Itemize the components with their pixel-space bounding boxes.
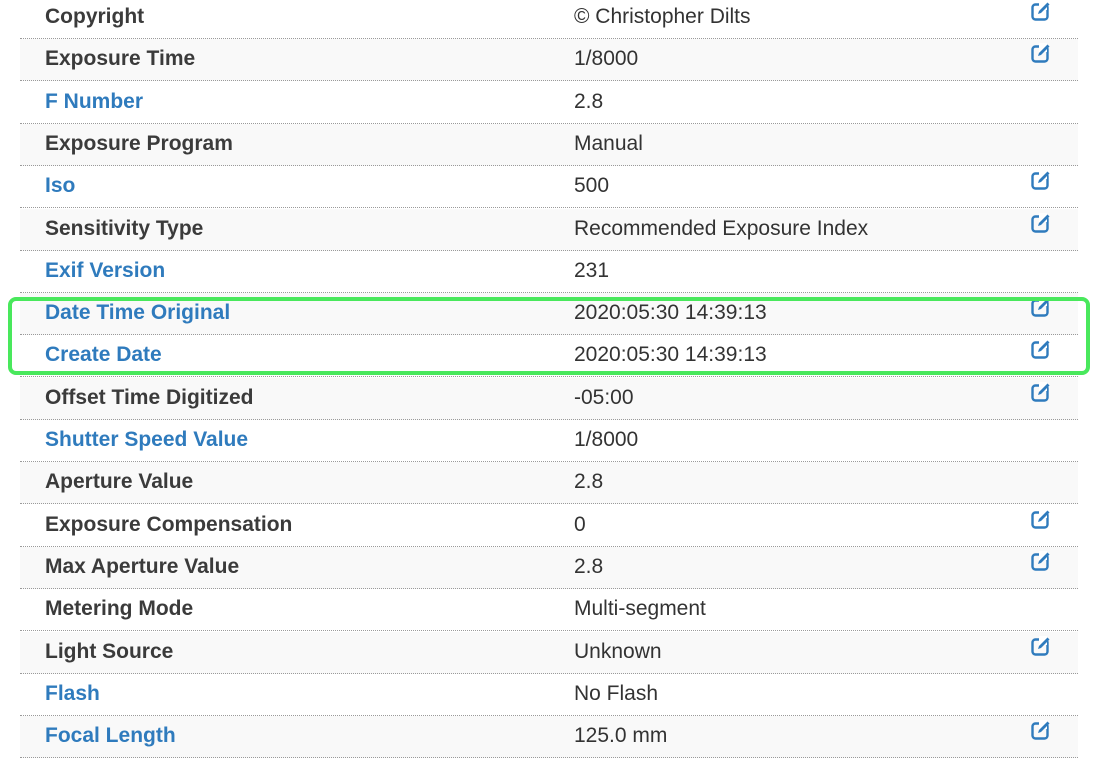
field-label: Exposure Compensation xyxy=(45,513,293,536)
field-label: Sensitivity Type xyxy=(45,217,204,240)
edit-icon[interactable] xyxy=(1030,636,1052,658)
field-value: 1/8000 xyxy=(574,428,639,451)
edit-icon[interactable] xyxy=(1030,43,1052,65)
table-row: Create Date 2020:05:30 14:39:13 xyxy=(20,335,1078,377)
table-row: Max Aperture Value 2.8 xyxy=(20,547,1078,589)
field-label: Metering Mode xyxy=(45,597,194,620)
table-row: Iso 500 xyxy=(20,166,1078,208)
field-value: 2.8 xyxy=(574,470,604,493)
table-row: Metering Mode Multi-segment xyxy=(20,589,1078,631)
field-label: Exposure Program xyxy=(45,132,233,155)
field-value: 500 xyxy=(574,174,610,197)
edit-icon[interactable] xyxy=(1030,1,1052,23)
table-row: Sensitivity Type Recommended Exposure Ind… xyxy=(20,209,1078,251)
edit-icon[interactable] xyxy=(1030,382,1052,404)
edit-icon[interactable] xyxy=(1030,509,1052,531)
table-row: F Number 2.8 xyxy=(20,82,1078,124)
field-value: 1/8000 xyxy=(574,47,639,70)
field-value: Unknown xyxy=(574,640,662,663)
table-row: Exposure Compensation 0 xyxy=(20,505,1078,547)
table-row: Light Source Unknown xyxy=(20,632,1078,674)
table-row: Flash No Flash xyxy=(20,674,1078,716)
table-row: Focal Length 125.0 mm xyxy=(20,716,1078,758)
edit-icon[interactable] xyxy=(1030,170,1052,192)
field-label: Offset Time Digitized xyxy=(45,386,254,409)
field-label: Aperture Value xyxy=(45,470,194,493)
field-value: Multi-segment xyxy=(574,597,706,620)
field-label-link[interactable]: Focal Length xyxy=(45,716,176,758)
field-value: © Christopher Dilts xyxy=(574,5,751,28)
field-value: No Flash xyxy=(574,682,659,705)
field-value: 0 xyxy=(574,513,586,536)
field-label: Light Source xyxy=(45,640,174,663)
field-label: Max Aperture Value xyxy=(45,555,240,578)
field-value: -05:00 xyxy=(574,386,634,409)
table-row: Date Time Original 2020:05:30 14:39:13 xyxy=(20,293,1078,335)
table-row: Exposure Time 1/8000 xyxy=(20,39,1078,81)
table-row: Offset Time Digitized -05:00 xyxy=(20,378,1078,420)
field-value: 2.8 xyxy=(574,90,604,113)
field-label-link[interactable]: F Number xyxy=(45,82,143,124)
edit-icon[interactable] xyxy=(1030,720,1052,742)
table-row: Aperture Value 2.8 xyxy=(20,462,1078,504)
field-label-link[interactable]: Create Date xyxy=(45,335,162,377)
field-value: 231 xyxy=(574,259,610,282)
field-label-link[interactable]: Date Time Original xyxy=(45,293,230,335)
field-label-link[interactable]: Exif Version xyxy=(45,251,165,293)
field-label: Copyright xyxy=(45,5,145,28)
edit-icon[interactable] xyxy=(1030,213,1052,235)
edit-icon[interactable] xyxy=(1030,339,1052,361)
field-label-link[interactable]: Iso xyxy=(45,166,75,208)
exif-metadata-table: Copyright © Christopher Dilts Exposure Tim… xyxy=(20,0,1078,760)
edit-icon[interactable] xyxy=(1030,551,1052,573)
field-value: 2020:05:30 14:39:13 xyxy=(574,301,767,324)
table-row: Copyright © Christopher Dilts xyxy=(20,0,1078,39)
field-value: 2020:05:30 14:39:13 xyxy=(574,343,767,366)
field-value: 125.0 mm xyxy=(574,724,668,747)
table-row: Exposure Program Manual xyxy=(20,124,1078,166)
field-label-link[interactable]: Shutter Speed Value xyxy=(45,420,248,462)
field-label: Exposure Time xyxy=(45,47,196,70)
table-row: Shutter Speed Value 1/8000 xyxy=(20,420,1078,462)
field-value: Manual xyxy=(574,132,643,155)
field-value: 2.8 xyxy=(574,555,604,578)
field-value: Recommended Exposure Index xyxy=(574,217,869,240)
edit-icon[interactable] xyxy=(1030,297,1052,319)
table-row: Exif Version 231 xyxy=(20,251,1078,293)
field-label-link[interactable]: Flash xyxy=(45,674,100,716)
